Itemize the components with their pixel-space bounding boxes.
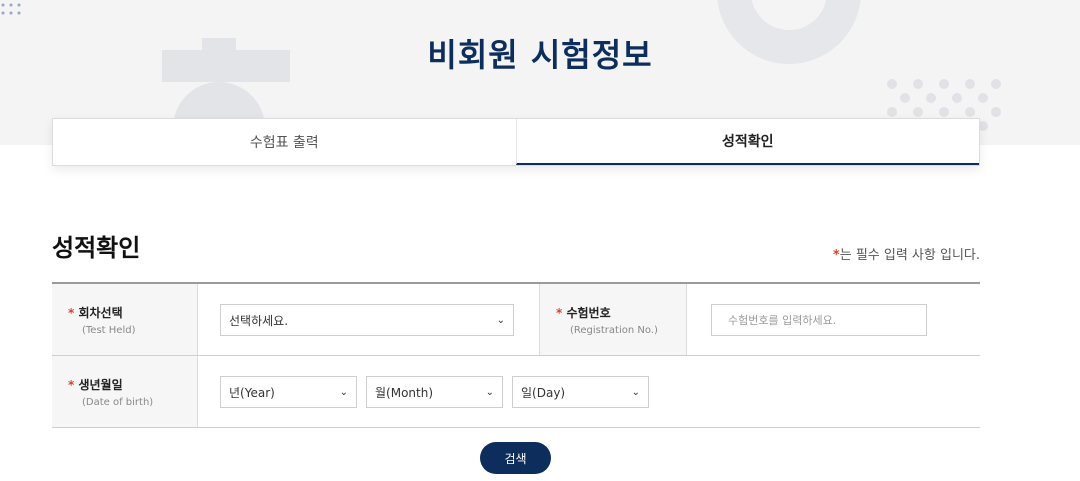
registration-value-cell: 수험번호를 입력하세요. — [687, 284, 980, 355]
test-held-sublabel: (Test Held) — [82, 325, 136, 336]
required-star: * — [832, 248, 840, 263]
score-form: * 회차선택 (Test Held) 선택하세요. ⌄ * 수험번호 (Regi… — [52, 282, 980, 428]
year-select[interactable]: 년(Year) ⌄ — [220, 376, 357, 408]
chevron-down-icon: ⌄ — [496, 314, 505, 326]
page-title: 비회원 시험정보 — [427, 36, 653, 74]
month-select-value: 월(Month) — [375, 385, 434, 400]
required-star: * — [68, 378, 75, 392]
tab-score-check[interactable]: 성적확인 — [515, 119, 979, 165]
form-row-birth: * 생년월일 (Date of birth) 년(Year) ⌄ 월(Month… — [52, 356, 980, 428]
day-select-value: 일(Day) — [521, 385, 566, 400]
section-title-text: 성적확인 — [52, 234, 141, 262]
test-held-label: * 회차선택 — [68, 304, 197, 321]
registration-label: * 수험번호 — [556, 304, 686, 321]
birth-value-cell: 년(Year) ⌄ 월(Month) ⌄ 일(Day) ⌄ — [198, 356, 649, 427]
section-title: 성적확인 — [52, 228, 146, 263]
chevron-down-icon: ⌄ — [485, 386, 494, 398]
day-select[interactable]: 일(Day) ⌄ — [512, 376, 649, 408]
required-star: * — [556, 306, 563, 320]
birth-sublabel: (Date of birth) — [82, 397, 154, 408]
form-row-test: * 회차선택 (Test Held) 선택하세요. ⌄ * 수험번호 (Regi… — [52, 284, 980, 356]
dots-decoration — [1, 3, 21, 15]
month-select[interactable]: 월(Month) ⌄ — [366, 376, 503, 408]
search-button[interactable]: 검색 — [480, 442, 551, 474]
registration-sublabel: (Registration No.) — [570, 325, 658, 336]
birth-label-cell: * 생년월일 (Date of birth) — [52, 356, 198, 427]
test-held-select-value: 선택하세요. — [229, 313, 289, 328]
registration-label-cell: * 수험번호 (Registration No.) — [539, 284, 687, 355]
birth-selects: 년(Year) ⌄ 월(Month) ⌄ 일(Day) ⌄ — [220, 376, 649, 408]
required-note: *는 필수 입력 사항 입니다. — [833, 244, 980, 263]
birth-label: * 생년월일 — [68, 376, 197, 393]
tab-bar: 수험표 출력 성적확인 — [52, 118, 980, 166]
registration-label-text: 수험번호 — [566, 306, 611, 320]
test-held-label-cell: * 회차선택 (Test Held) — [52, 284, 198, 355]
test-held-select[interactable]: 선택하세요. ⌄ — [220, 304, 514, 336]
chevron-down-icon: ⌄ — [339, 386, 348, 398]
tab-admission-ticket[interactable]: 수험표 출력 — [53, 119, 516, 165]
registration-number-input[interactable]: 수험번호를 입력하세요. — [711, 304, 927, 336]
required-star: * — [68, 306, 75, 320]
test-held-label-text: 회차선택 — [78, 306, 123, 320]
test-held-value-cell: 선택하세요. ⌄ — [198, 284, 539, 355]
chevron-down-icon: ⌄ — [631, 386, 640, 398]
year-select-value: 년(Year) — [229, 385, 275, 400]
birth-label-text: 생년월일 — [78, 378, 123, 392]
required-note-text: 는 필수 입력 사항 입니다. — [839, 248, 980, 263]
